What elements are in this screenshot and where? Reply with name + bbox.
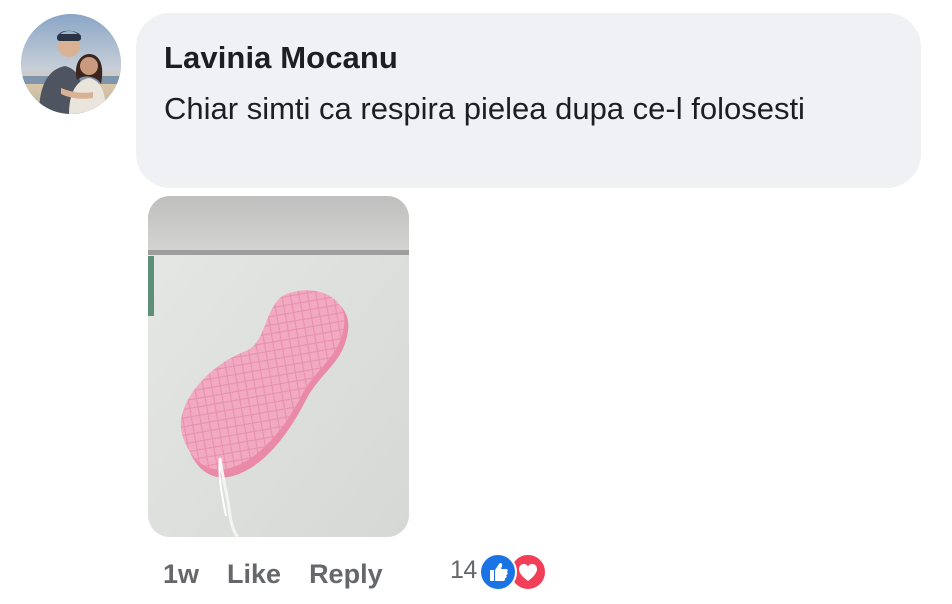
reaction-icons [478, 551, 549, 591]
sponge-photo-image [148, 196, 409, 537]
comment-photo[interactable] [148, 196, 409, 537]
comment-author[interactable]: Lavinia Mocanu [164, 39, 893, 77]
reply-button[interactable]: Reply [309, 559, 383, 590]
reactions-summary[interactable]: 14 [450, 550, 549, 591]
author-avatar[interactable] [21, 14, 121, 114]
avatar-image [21, 14, 121, 114]
comment-actions: 1w Like Reply [163, 554, 383, 594]
comment: Lavinia Mocanu Chiar simti ca respira pi… [0, 0, 952, 604]
comment-timestamp[interactable]: 1w [163, 559, 199, 590]
comment-text: Chiar simti ca respira pielea dupa ce-l … [164, 91, 805, 126]
like-reaction-icon [478, 553, 517, 591]
comment-bubble: Lavinia Mocanu Chiar simti ca respira pi… [136, 13, 921, 188]
like-button[interactable]: Like [227, 559, 281, 590]
reaction-count: 14 [450, 555, 477, 584]
